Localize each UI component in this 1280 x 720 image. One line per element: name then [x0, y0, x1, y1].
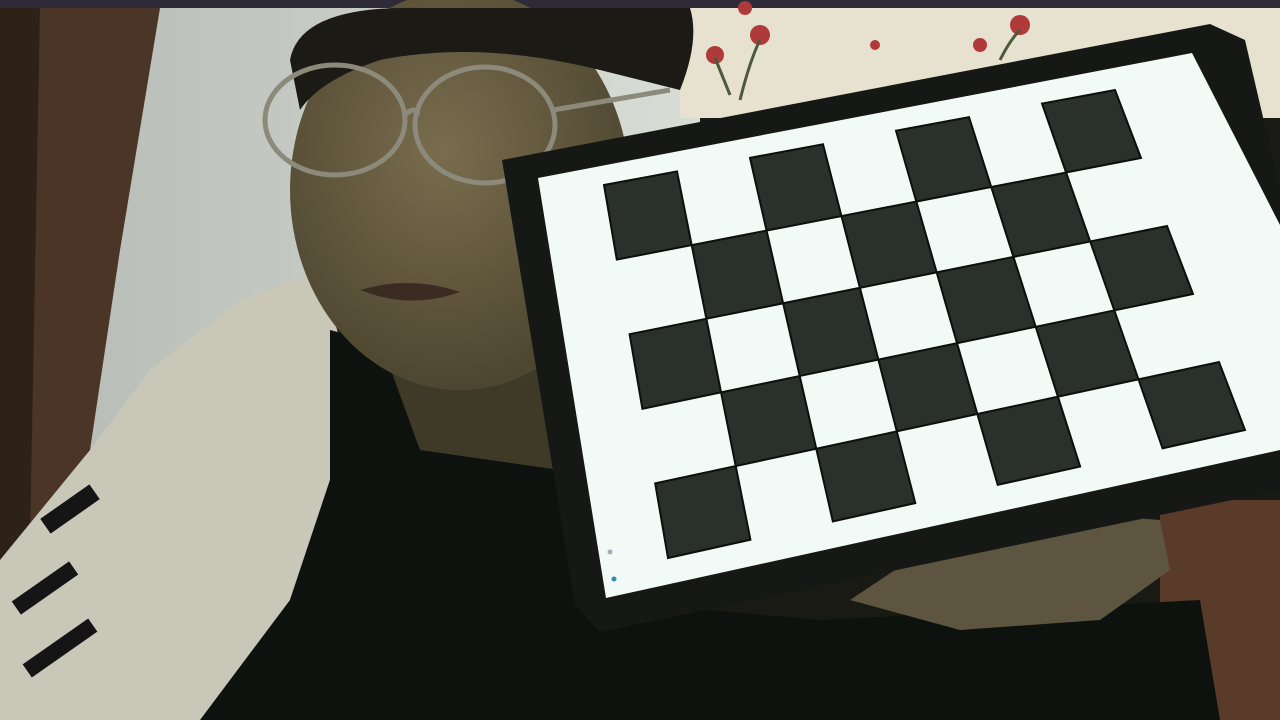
checker-square-dark: [628, 317, 723, 410]
checker-square-dark: [719, 374, 818, 468]
webcam-photo: [0, 0, 1280, 720]
checker-square-dark: [602, 170, 693, 261]
top-strip: [0, 0, 1280, 8]
screen-status-dot: [607, 549, 613, 555]
checker-square-dark: [781, 286, 880, 378]
checker-square-dark: [690, 229, 785, 320]
screen-status-dot: [611, 576, 617, 582]
